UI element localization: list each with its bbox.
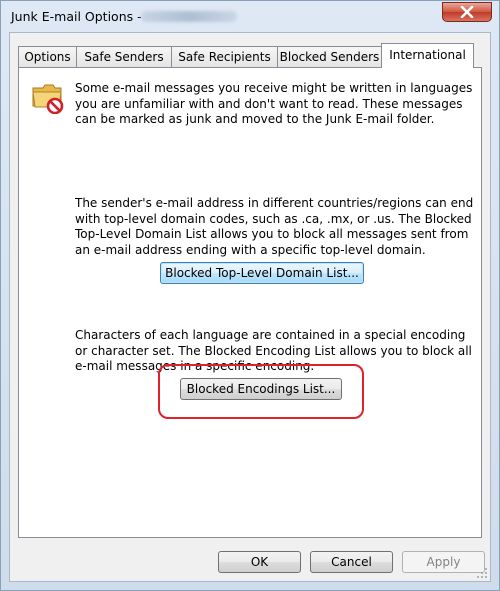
title-bar[interactable]: Junk E-mail Options - [1, 1, 499, 33]
junk-folder-blocked-icon [32, 84, 64, 114]
button-label: Apply [426, 555, 461, 569]
window-title: Junk E-mail Options - [11, 9, 142, 24]
ok-button[interactable]: OK [218, 551, 301, 573]
button-label: Blocked Top-Level Domain List... [165, 266, 359, 280]
domain-description: The sender's e-mail address in different… [75, 196, 474, 257]
close-x-icon [460, 6, 474, 18]
button-label: OK [250, 555, 269, 569]
cancel-button[interactable]: Cancel [310, 551, 393, 573]
dialog-client-area: Options Safe Senders Safe Recipients Blo… [9, 32, 491, 582]
tab-international[interactable]: International [381, 43, 474, 68]
junk-email-options-dialog: Junk E-mail Options - Options Safe Sende… [0, 0, 500, 591]
close-button[interactable] [442, 2, 492, 22]
blocked-encodings-list-button[interactable]: Blocked Encodings List... [180, 378, 342, 400]
tab-label: Blocked Senders [279, 50, 380, 64]
tab-blocked-senders[interactable]: Blocked Senders [277, 46, 382, 67]
button-label: Cancel [331, 555, 372, 569]
intro-text: Some e-mail messages you receive might b… [75, 81, 473, 126]
encoding-description: Characters of each language are containe… [75, 328, 472, 373]
tab-options[interactable]: Options [18, 46, 77, 67]
tab-safe-recipients[interactable]: Safe Recipients [171, 46, 278, 67]
tab-label: Safe Recipients [178, 50, 271, 64]
tab-label: International [389, 48, 466, 62]
tab-label: Safe Senders [84, 50, 164, 64]
tab-safe-senders[interactable]: Safe Senders [76, 46, 172, 67]
blocked-top-level-domain-list-button[interactable]: Blocked Top-Level Domain List... [160, 262, 364, 284]
button-label: Blocked Encodings List... [186, 382, 336, 396]
tab-label: Options [24, 50, 71, 64]
resize-grip-icon[interactable] [476, 567, 488, 579]
redacted-account-name [141, 11, 237, 22]
apply-button[interactable]: Apply [402, 551, 485, 573]
international-tab-page: Some e-mail messages you receive might b… [18, 67, 482, 538]
